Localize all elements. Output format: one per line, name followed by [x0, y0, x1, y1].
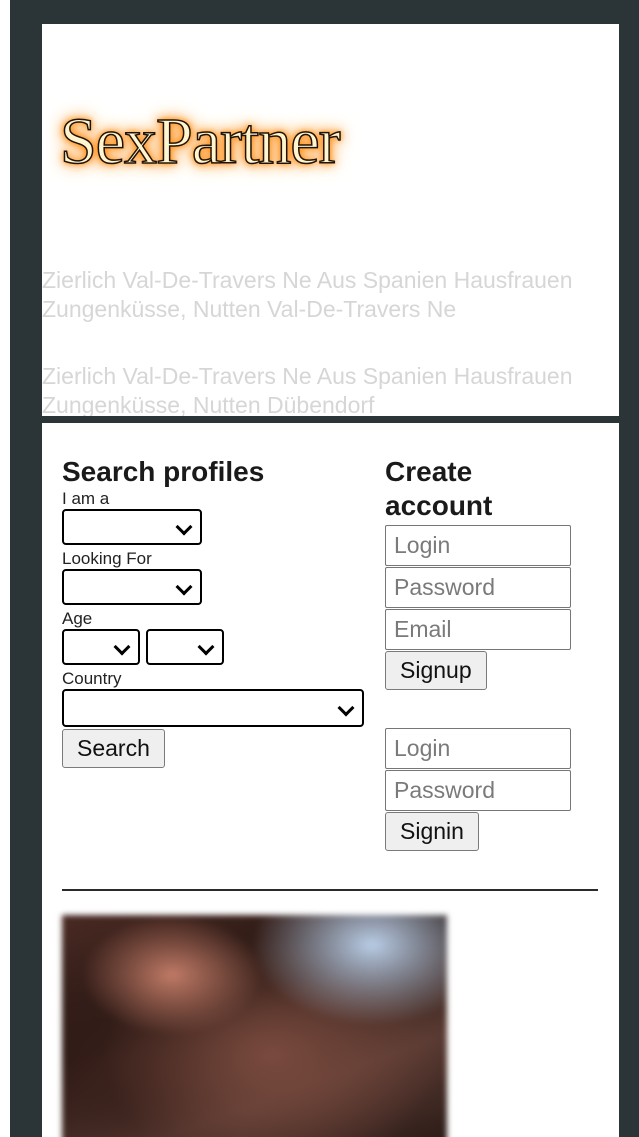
chevron-down-icon — [337, 699, 355, 717]
section-divider — [62, 889, 598, 891]
search-profiles-form: Search profiles I am a Looking For Age C… — [62, 455, 372, 768]
top-bar — [10, 0, 639, 6]
signin-button[interactable]: Signin — [385, 812, 479, 851]
i-am-select[interactable] — [62, 509, 202, 545]
signin-password-input[interactable]: Password — [385, 770, 571, 811]
chevron-down-icon — [197, 638, 215, 656]
signin-login-input[interactable]: Login — [385, 728, 571, 769]
search-button[interactable]: Search — [62, 729, 165, 768]
search-profiles-title: Search profiles — [62, 456, 265, 487]
signin-form: Login Password Signin — [385, 728, 585, 851]
chevron-down-icon — [175, 578, 193, 596]
signup-email-input[interactable]: Email — [385, 609, 571, 650]
age-to-select[interactable] — [146, 629, 224, 665]
site-logo[interactable]: SexPartner — [59, 102, 341, 182]
looking-for-select[interactable] — [62, 569, 202, 605]
create-account-title: Create account — [385, 456, 493, 521]
country-label: Country — [62, 669, 122, 688]
main-panel: Search profiles I am a Looking For Age C… — [42, 423, 619, 1137]
looking-for-label: Looking For — [62, 549, 152, 568]
tagline-primary: Zierlich Val-De-Travers Ne Aus Spanien H… — [42, 267, 573, 322]
site-header: SexPartner Zierlich Val-De-Travers Ne Au… — [42, 24, 619, 416]
create-account-form: Create account Login Password Email Sign… — [385, 455, 585, 851]
chevron-down-icon — [113, 638, 131, 656]
signup-password-input[interactable]: Password — [385, 567, 571, 608]
age-range — [62, 629, 372, 665]
left-edge — [0, 0, 10, 1137]
profile-photo[interactable] — [62, 915, 447, 1137]
i-am-label: I am a — [62, 489, 110, 508]
chevron-down-icon — [175, 518, 193, 536]
age-label: Age — [62, 609, 93, 628]
tagline-secondary: Zierlich Val-De-Travers Ne Aus Spanien H… — [42, 363, 573, 416]
country-select[interactable] — [62, 689, 364, 727]
signup-login-input[interactable]: Login — [385, 525, 571, 566]
signup-button[interactable]: Signup — [385, 651, 487, 690]
age-from-select[interactable] — [62, 629, 140, 665]
